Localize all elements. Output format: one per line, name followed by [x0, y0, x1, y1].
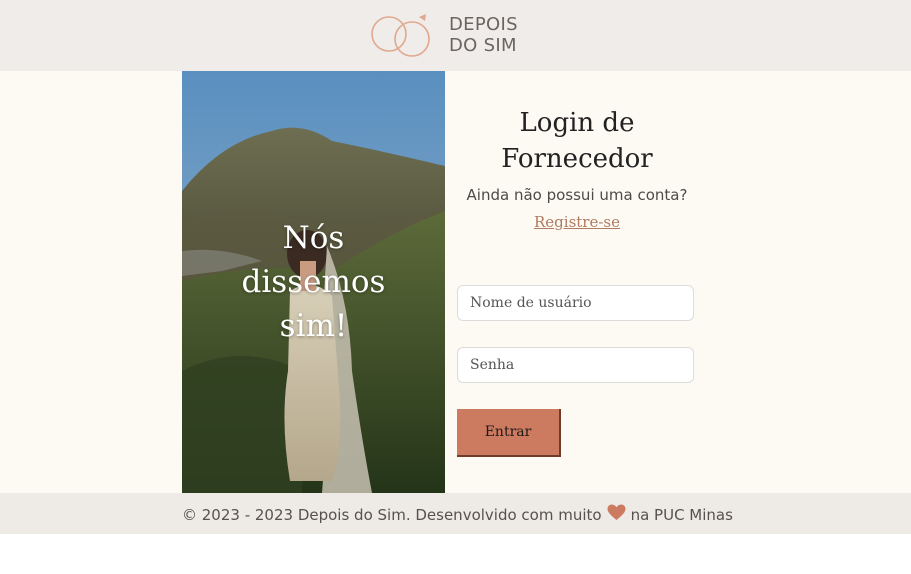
login-button[interactable]: Entrar [457, 409, 561, 457]
login-title-line-2: Fornecedor [501, 144, 653, 174]
rings-icon [371, 14, 430, 57]
footer-copyright: © 2023 - 2023 Depois do Sim. Desenvolvid… [182, 505, 602, 524]
no-account-text: Ainda não possui uma conta? [466, 186, 688, 204]
hero-caption-line-2: dissemos [241, 264, 386, 300]
site-header: DEPOIS DO SIM [0, 0, 911, 71]
footer-location: na PUC Minas [630, 505, 733, 524]
login-title-line-1: Login de [519, 108, 635, 138]
heart-icon [607, 504, 626, 525]
username-input[interactable] [457, 285, 694, 321]
hero-caption-line-1: Nós [282, 220, 345, 256]
couple-photo: Nós dissemos sim! [182, 71, 445, 493]
hero-caption-line-3: sim! [279, 308, 348, 344]
logo-text: DEPOIS DO SIM [449, 14, 529, 56]
main-content: Nós dissemos sim! Login de Fornecedor Ai… [0, 71, 911, 493]
footer-text: © 2023 - 2023 Depois do Sim. Desenvolvid… [182, 504, 733, 525]
login-title: Login de Fornecedor [477, 105, 677, 177]
password-input[interactable] [457, 347, 694, 383]
brand-logo[interactable]: DEPOIS DO SIM [369, 10, 529, 60]
register-link[interactable]: Registre-se [457, 213, 697, 231]
logo-line-1: DEPOIS [449, 14, 518, 35]
site-footer: © 2023 - 2023 Depois do Sim. Desenvolvid… [0, 493, 911, 534]
logo-line-2: DO SIM [449, 35, 517, 56]
hero-caption: Nós dissemos sim! [182, 216, 445, 348]
